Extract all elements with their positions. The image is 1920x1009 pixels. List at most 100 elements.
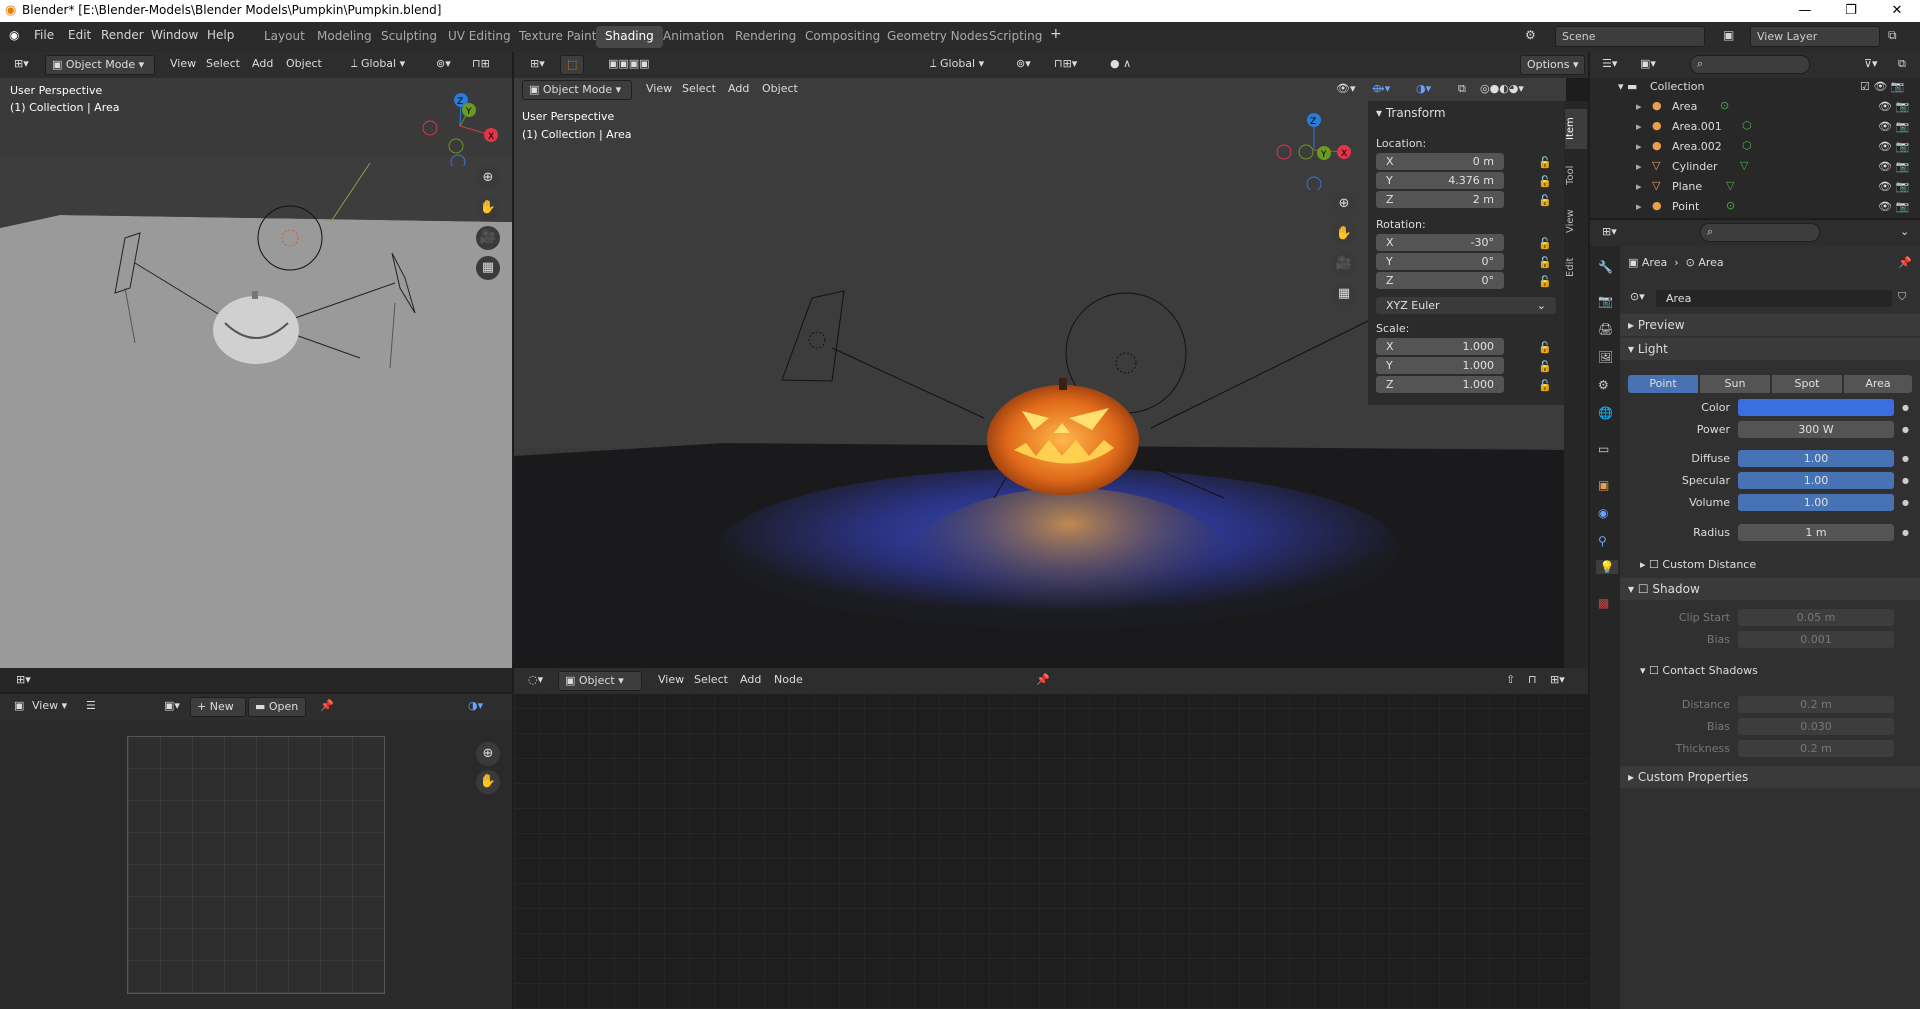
- location-y-field[interactable]: Y 4.376 m: [1376, 172, 1504, 189]
- lock-icon[interactable]: 🔓: [1538, 194, 1552, 207]
- node-snap-icon[interactable]: ⊓: [1522, 671, 1543, 691]
- image-editor-canvas[interactable]: ⊕ ✋: [0, 720, 512, 1009]
- pin-icon[interactable]: 📌: [1898, 256, 1912, 269]
- overlays-icon[interactable]: ◑▾: [1410, 80, 1437, 100]
- tab-tool[interactable]: Tool: [1565, 155, 1587, 195]
- tab-animation[interactable]: Animation: [654, 26, 733, 48]
- select-tool-icon[interactable]: ⬚: [560, 55, 585, 75]
- left-viewport[interactable]: User Perspective (1) Collection | Area Z…: [0, 78, 512, 668]
- node-menu-select[interactable]: Select: [688, 671, 734, 691]
- menu-render[interactable]: Render: [101, 28, 144, 42]
- pin-icon[interactable]: 📌: [314, 697, 340, 717]
- world-tab-icon[interactable]: 🌐: [1598, 406, 1613, 420]
- mode-selector[interactable]: ▣ Object Mode ▾: [45, 55, 155, 75]
- light-type-point[interactable]: Point: [1628, 375, 1698, 393]
- rotation-z-field[interactable]: Z 0°: [1376, 272, 1504, 289]
- main-menu-select[interactable]: Select: [676, 80, 722, 100]
- diffuse-slider[interactable]: 1.00: [1738, 450, 1894, 467]
- new-image-button[interactable]: + New: [190, 697, 246, 717]
- menu-file[interactable]: File: [34, 28, 54, 42]
- blender-menu-icon[interactable]: ◉: [9, 28, 19, 42]
- texture-tab-icon[interactable]: ▩: [1598, 596, 1609, 610]
- main-menu-add[interactable]: Add: [722, 80, 755, 100]
- shading-modes-icon[interactable]: ◎●◐◕▾: [1474, 80, 1530, 100]
- rotation-x-field[interactable]: X -30°: [1376, 234, 1504, 251]
- outliner-item-area-001[interactable]: ▸ ● Area.001 ⬡ 👁 📷: [1590, 118, 1910, 138]
- rotation-mode-select[interactable]: XYZ Euler ⌄: [1376, 297, 1556, 314]
- volume-slider[interactable]: 1.00: [1738, 494, 1894, 511]
- shadow-section[interactable]: ▾ ☐ Shadow: [1620, 578, 1920, 600]
- scene-selector[interactable]: Scene: [1555, 26, 1705, 47]
- light-data-name-field[interactable]: Area: [1656, 290, 1892, 307]
- new-view-layer-icon[interactable]: ⧉: [1888, 28, 1897, 43]
- lock-icon[interactable]: 🔓: [1538, 275, 1552, 288]
- proportional-edit-icon[interactable]: ● ∧: [1104, 55, 1137, 75]
- lock-icon[interactable]: 🔓: [1538, 156, 1552, 169]
- contact-distance-field[interactable]: 0.2 m: [1738, 696, 1894, 713]
- specular-slider[interactable]: 1.00: [1738, 472, 1894, 489]
- outliner-item-point[interactable]: ▸ ● Point ⊙ 👁 📷: [1590, 198, 1910, 218]
- node-editor-canvas[interactable]: [514, 694, 1588, 1009]
- collection-tab-icon[interactable]: ▭: [1598, 442, 1609, 456]
- power-field[interactable]: 300 W: [1738, 421, 1894, 438]
- view-layer-selector[interactable]: View Layer: [1750, 26, 1880, 47]
- preview-section[interactable]: ▸ Preview: [1620, 314, 1920, 336]
- lock-icon[interactable]: 🔓: [1538, 175, 1552, 188]
- image-zoom-icon[interactable]: ⊕: [476, 742, 500, 766]
- light-type-sun[interactable]: Sun: [1700, 375, 1770, 393]
- tab-rendering[interactable]: Rendering: [726, 26, 805, 48]
- thickness-field[interactable]: 0.2 m: [1738, 740, 1894, 757]
- view-layer-tab-icon[interactable]: 🖼: [1598, 350, 1613, 364]
- menu-help[interactable]: Help: [207, 28, 234, 42]
- tab-uv-editing[interactable]: UV Editing: [439, 26, 520, 48]
- render-tab-icon[interactable]: 📷: [1598, 294, 1613, 308]
- tab-modeling[interactable]: Modeling: [308, 26, 381, 48]
- tab-layout[interactable]: Layout: [255, 26, 314, 48]
- light-type-area[interactable]: Area: [1844, 375, 1912, 393]
- options-button[interactable]: Options ▾: [1520, 55, 1586, 75]
- minimize-button[interactable]: —: [1782, 0, 1828, 22]
- contact-bias-field[interactable]: 0.030: [1738, 718, 1894, 735]
- close-button[interactable]: ✕: [1874, 0, 1920, 22]
- open-image-button[interactable]: ▬ Open: [248, 697, 306, 717]
- image-pan-icon[interactable]: ✋: [476, 770, 500, 794]
- main-camera-icon[interactable]: 🎥: [1332, 252, 1356, 276]
- pan-hand-icon[interactable]: ✋: [476, 196, 500, 220]
- menu-view[interactable]: View: [164, 55, 202, 75]
- scene-icon[interactable]: ⚙: [1525, 28, 1536, 42]
- tab-sculpting[interactable]: Sculpting: [372, 26, 446, 48]
- properties-search-input[interactable]: ⌕: [1700, 223, 1820, 242]
- location-x-field[interactable]: X0 m: [1376, 153, 1504, 170]
- ortho-grid-icon[interactable]: ▦: [476, 256, 500, 280]
- transform-header[interactable]: ▾ Transform: [1376, 106, 1446, 120]
- gizmo-toggle-icon[interactable]: ⟴▾: [1366, 80, 1396, 100]
- custom-properties-section[interactable]: ▸ Custom Properties: [1620, 766, 1920, 788]
- main-mode-selector[interactable]: ▣ Object Mode ▾: [522, 80, 632, 100]
- bias-field[interactable]: 0.001: [1738, 631, 1894, 648]
- outliner-type-icon[interactable]: ☰▾: [1596, 55, 1623, 75]
- editor-type-icon[interactable]: ⊞▾: [8, 55, 35, 75]
- main-ortho-icon[interactable]: ▦: [1332, 282, 1356, 306]
- outliner-item-area[interactable]: ▸ ● Area ⊙ 👁 📷: [1590, 98, 1910, 118]
- select-mode-icons[interactable]: ▣▣▣▣: [602, 55, 656, 75]
- scene-tab-icon[interactable]: ⚙: [1598, 378, 1609, 392]
- xray-icon[interactable]: ⧉: [1452, 80, 1472, 100]
- overlay-icon[interactable]: ◑▾: [462, 697, 489, 717]
- outliner-search-input[interactable]: ⌕: [1690, 55, 1810, 74]
- light-browse-icon[interactable]: ⊙▾: [1624, 288, 1651, 308]
- main-pivot-icon[interactable]: ⊚▾: [1010, 55, 1037, 75]
- orientation-selector[interactable]: ⟘ Global ▾: [345, 55, 411, 75]
- outliner-item-plane[interactable]: ▸ ▽ Plane ▽ 👁 📷: [1590, 178, 1910, 198]
- menu-window[interactable]: Window: [151, 28, 198, 42]
- menu-object[interactable]: Object: [280, 55, 328, 75]
- lock-icon[interactable]: 🔓: [1538, 341, 1552, 354]
- tab-scripting[interactable]: Scripting: [980, 26, 1051, 48]
- location-z-field[interactable]: Z2 m: [1376, 191, 1504, 208]
- main-zoom-icon[interactable]: ⊕: [1332, 192, 1356, 216]
- contact-shadows-toggle[interactable]: ▾ ☐ Contact Shadows: [1640, 664, 1758, 677]
- scale-x-field[interactable]: X 1.000: [1376, 338, 1504, 355]
- custom-distance-toggle[interactable]: ▸ ☐ Custom Distance: [1640, 558, 1756, 571]
- pivot-icon[interactable]: ⊚▾: [430, 55, 457, 75]
- add-workspace-button[interactable]: +: [1050, 26, 1062, 42]
- visibility-eye-icon[interactable]: 👁▾: [1330, 80, 1362, 100]
